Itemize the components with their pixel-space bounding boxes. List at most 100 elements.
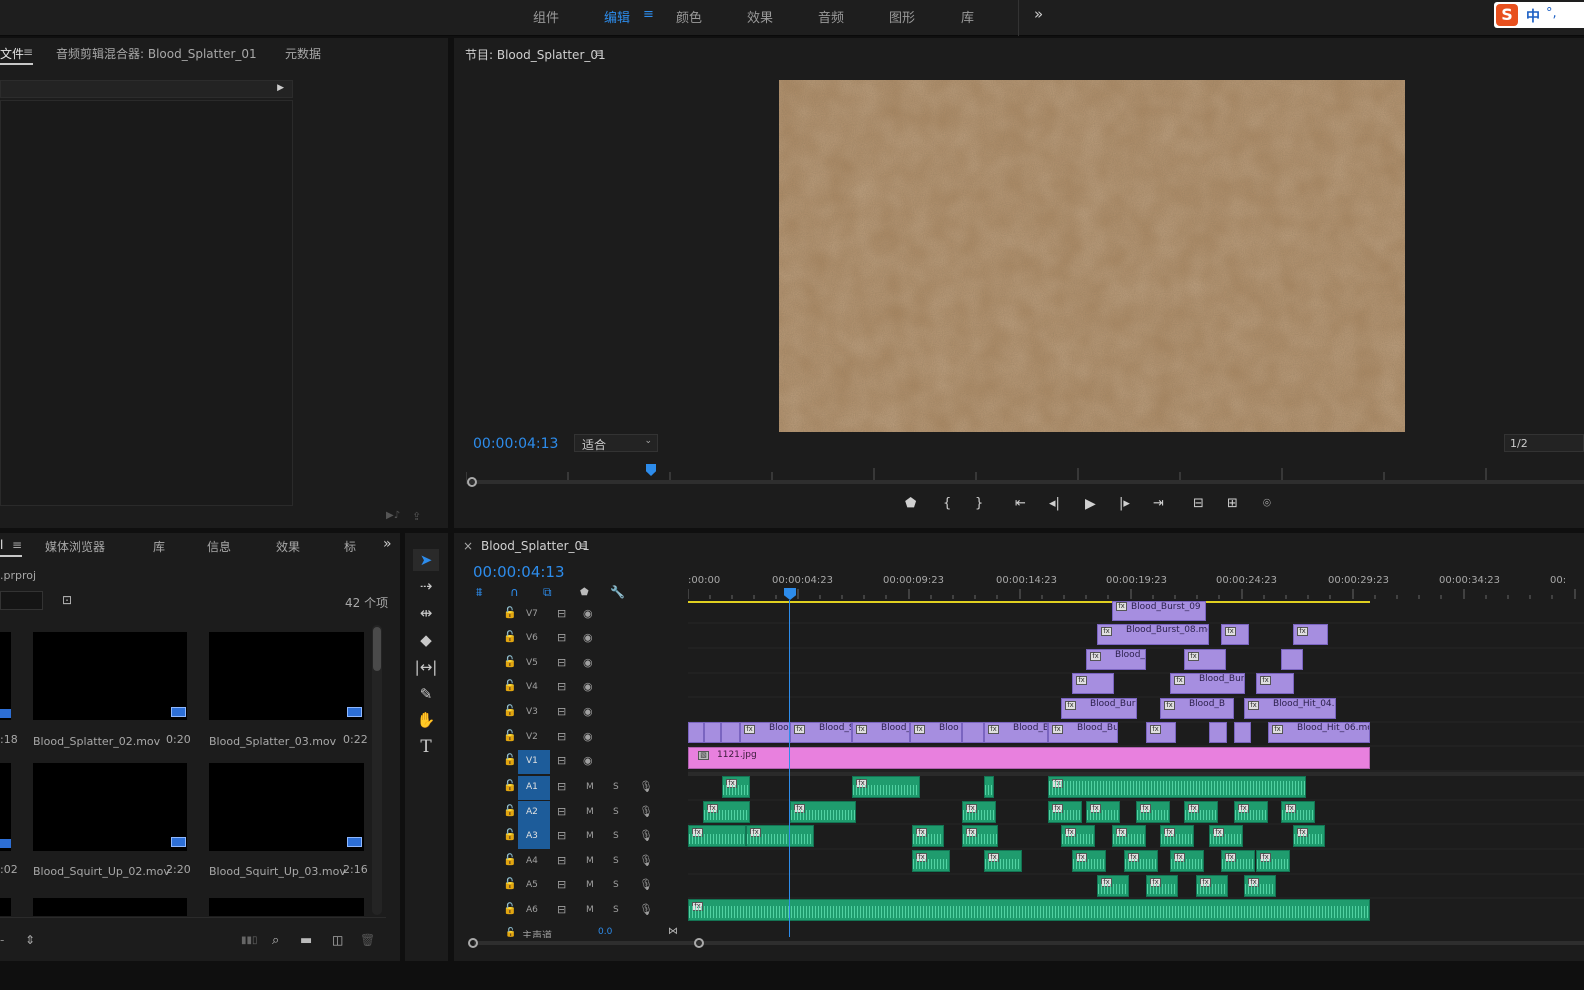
microphone-icon[interactable]: 🎙 [639, 829, 653, 842]
clip-a1-b[interactable]: fx [852, 776, 920, 798]
clip-v4[interactable]: fx [1072, 673, 1114, 694]
clip-v2-13[interactable] [1234, 722, 1251, 743]
microphone-icon[interactable]: 🎙 [639, 878, 653, 891]
clip-v3-b[interactable]: fx Blood_B [1160, 698, 1234, 719]
lock-icon[interactable]: 🔓 [503, 753, 517, 766]
tab-markers[interactable]: 标 [344, 538, 356, 555]
workspace-tab-audio[interactable]: 音频 [818, 7, 844, 26]
lock-icon[interactable]: 🔓 [503, 729, 517, 742]
clip-v2-6[interactable]: fx Blood_ [852, 722, 910, 743]
tab-libraries[interactable]: 库 [153, 538, 165, 555]
tab-menu-icon[interactable]: ≡ [23, 45, 33, 59]
lock-icon[interactable]: 🔓 [503, 779, 517, 792]
more-panels-icon[interactable]: » [383, 536, 392, 552]
clip-v2-9[interactable]: fx Blood_B [984, 722, 1048, 743]
linked-selection-icon[interactable]: ⧉ [543, 585, 552, 600]
sync-lock-icon[interactable]: ⊟ [557, 730, 566, 743]
mute-button[interactable]: M [586, 880, 594, 890]
add-marker-icon[interactable]: ⬟ [905, 496, 916, 511]
clip-a1-d[interactable]: fx [1048, 776, 1306, 798]
project-menu-icon[interactable]: ≡ [12, 538, 22, 552]
go-to-out-icon[interactable]: ⇥ [1153, 496, 1164, 511]
clip-v7[interactable]: fx Blood_Burst_09 [1112, 601, 1206, 621]
clip-v2-8[interactable] [962, 722, 984, 743]
clip-a2-b[interactable]: fx [790, 801, 856, 823]
scroll-end-icon[interactable]: ⋈ [668, 926, 678, 937]
clip-a1[interactable]: fx [722, 776, 750, 798]
eye-icon[interactable]: ◉ [583, 680, 593, 693]
eye-icon[interactable]: ◉ [583, 656, 593, 669]
master-volume[interactable]: 0.0 [598, 927, 612, 937]
resolution-dropdown[interactable]: 1/2 [1504, 434, 1584, 452]
timeline-ruler[interactable]: :00:00 00:00:04:23 00:00:09:23 00:00:14:… [688, 571, 1584, 603]
camera-icon[interactable]: ⌾ [1263, 496, 1271, 511]
add-marker-icon[interactable]: ⬟ [580, 587, 589, 598]
slip-tool-icon[interactable]: |↔| [413, 656, 439, 678]
clip-a2-d[interactable]: fx [1048, 801, 1082, 823]
zoom-handle-right[interactable] [694, 938, 704, 948]
clip-a4-g[interactable]: fx [1256, 850, 1290, 872]
thumbnail-partial[interactable] [0, 898, 11, 916]
clip-a2-i[interactable]: fx [1281, 801, 1315, 823]
eye-icon[interactable]: ◉ [583, 754, 593, 767]
nest-toggle-icon[interactable]: ⩩ [476, 585, 482, 600]
lock-icon[interactable]: 🔓 [503, 877, 517, 890]
clip-a3-i[interactable]: fx [1293, 825, 1325, 847]
clip-v4-c[interactable]: fx [1256, 673, 1294, 694]
lift-icon[interactable]: ⊟ [1193, 496, 1204, 511]
sync-lock-icon[interactable]: ⊟ [557, 607, 566, 620]
tab-effects[interactable]: 效果 [276, 538, 300, 555]
scrollbar-thumb[interactable] [373, 627, 381, 671]
zoom-handle-left[interactable] [467, 477, 477, 487]
sync-lock-icon[interactable]: ⊟ [557, 829, 566, 842]
clip-a4[interactable]: fx [912, 850, 950, 872]
timeline-zoom-bar[interactable] [462, 937, 1584, 949]
solo-button[interactable]: S [613, 856, 619, 866]
clip-v4-b[interactable]: fx Blood_Burs [1170, 673, 1245, 694]
search-icon[interactable]: ⌕ [272, 933, 279, 948]
workspace-tab-graphics[interactable]: 图形 [889, 7, 915, 26]
workspace-menu-icon[interactable]: ≡ [643, 7, 654, 22]
sync-lock-icon[interactable]: ⊟ [557, 854, 566, 867]
program-timecode[interactable]: 00:00:04:13 [473, 436, 558, 452]
clip-a3-g[interactable]: fx [1160, 825, 1194, 847]
mute-button[interactable]: M [586, 831, 594, 841]
type-tool-icon[interactable]: T [413, 736, 439, 758]
program-time-ruler[interactable] [466, 462, 1584, 480]
program-menu-icon[interactable]: ≡ [594, 46, 604, 60]
clip-v2-10[interactable]: fx Blood_Bu [1048, 722, 1118, 743]
clip-a4-c[interactable]: fx [1072, 850, 1106, 872]
sync-lock-icon[interactable]: ⊟ [557, 705, 566, 718]
new-item-icon[interactable]: ◫ [332, 933, 343, 947]
thumbnail[interactable] [209, 898, 364, 916]
play-icon[interactable]: ▶ [1085, 496, 1096, 512]
ime-indicator[interactable]: S 中 °, [1494, 2, 1584, 28]
clip-v2-5[interactable]: fx Blood_S [790, 722, 852, 743]
mute-button[interactable]: M [586, 905, 594, 915]
clip-a4-e[interactable]: fx [1170, 850, 1204, 872]
pen-tool-icon[interactable]: ✎ [413, 683, 439, 705]
lock-icon[interactable]: 🔓 [503, 606, 517, 619]
mute-button[interactable]: M [586, 856, 594, 866]
thumbnail-partial[interactable] [0, 763, 11, 851]
sync-lock-icon[interactable]: ⊟ [557, 631, 566, 644]
clip-a2[interactable]: fx [703, 801, 750, 823]
tab-project-partial[interactable]: l [0, 538, 3, 552]
workspace-tab-effects[interactable]: 效果 [747, 7, 773, 26]
clip-a3-h[interactable]: fx [1209, 825, 1243, 847]
solo-button[interactable]: S [613, 831, 619, 841]
clip-a3-c[interactable]: fx [912, 825, 944, 847]
close-sequence-icon[interactable]: × [463, 539, 473, 553]
mark-out-icon[interactable]: } [975, 496, 983, 511]
eye-icon[interactable]: ◉ [583, 631, 593, 644]
lock-icon[interactable]: 🔓 [503, 828, 517, 841]
extract-icon[interactable]: ⊞ [1227, 496, 1238, 511]
microphone-icon[interactable]: 🎙 [639, 903, 653, 916]
lock-icon[interactable]: 🔓 [503, 704, 517, 717]
clip-v2-7[interactable]: fx Bloo [910, 722, 962, 743]
clip-v6-c[interactable]: fx [1293, 624, 1328, 645]
go-to-in-icon[interactable]: ⇤ [1015, 496, 1026, 511]
clip-v3[interactable]: fx Blood_Burs [1061, 698, 1137, 719]
thumbnail-blood-splatter-03[interactable] [209, 632, 364, 720]
wrench-icon[interactable]: 🔧 [610, 585, 625, 599]
